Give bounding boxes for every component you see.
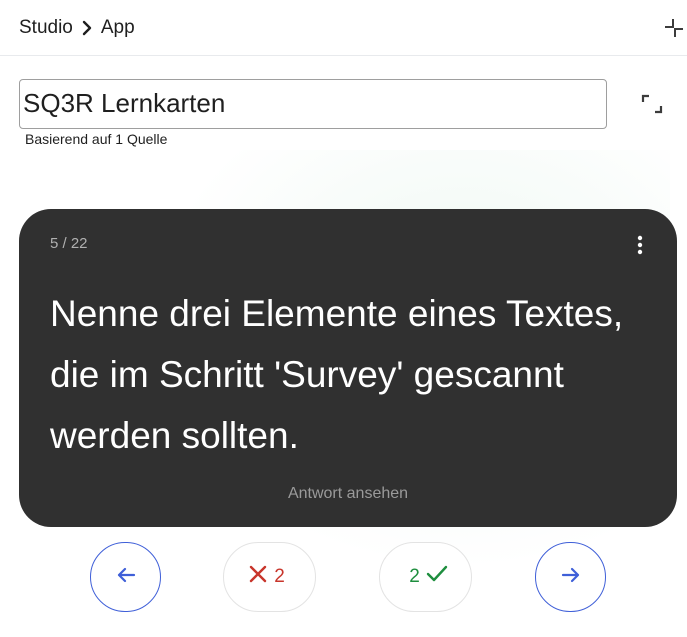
breadcrumb-app: App [100,17,135,38]
arrow-left-icon [114,563,138,592]
card-question: Nenne drei Elemente eines Textes, die im… [50,293,624,456]
fullscreen-icon[interactable] [640,92,664,116]
mark-wrong-button[interactable]: 2 [223,542,316,612]
mark-right-button[interactable]: 2 [379,542,472,612]
next-card-button[interactable] [535,542,606,612]
breadcrumb: Studio App [19,16,135,40]
source-note: Basierend auf 1 Quelle [25,131,168,147]
card-counter: 5 / 22 [50,235,88,252]
reveal-answer-link[interactable]: Antwort ansehen [19,485,677,503]
check-icon [426,564,448,590]
more-vert-icon[interactable] [629,233,651,257]
flashcard[interactable]: 5 / 22 Nenne drei Elemente eines Textes,… [19,209,677,527]
close-icon [248,564,268,590]
title-input[interactable] [19,79,607,129]
chevron-right-icon [75,16,99,40]
top-bar: Studio App [0,0,687,56]
wrong-count: 2 [274,566,285,587]
breadcrumb-studio[interactable]: Studio [19,17,73,39]
right-count: 2 [409,566,420,587]
previous-card-button[interactable] [90,542,161,612]
collapse-icon[interactable] [664,18,684,38]
arrow-right-icon [559,563,583,592]
header-divider [0,55,687,56]
